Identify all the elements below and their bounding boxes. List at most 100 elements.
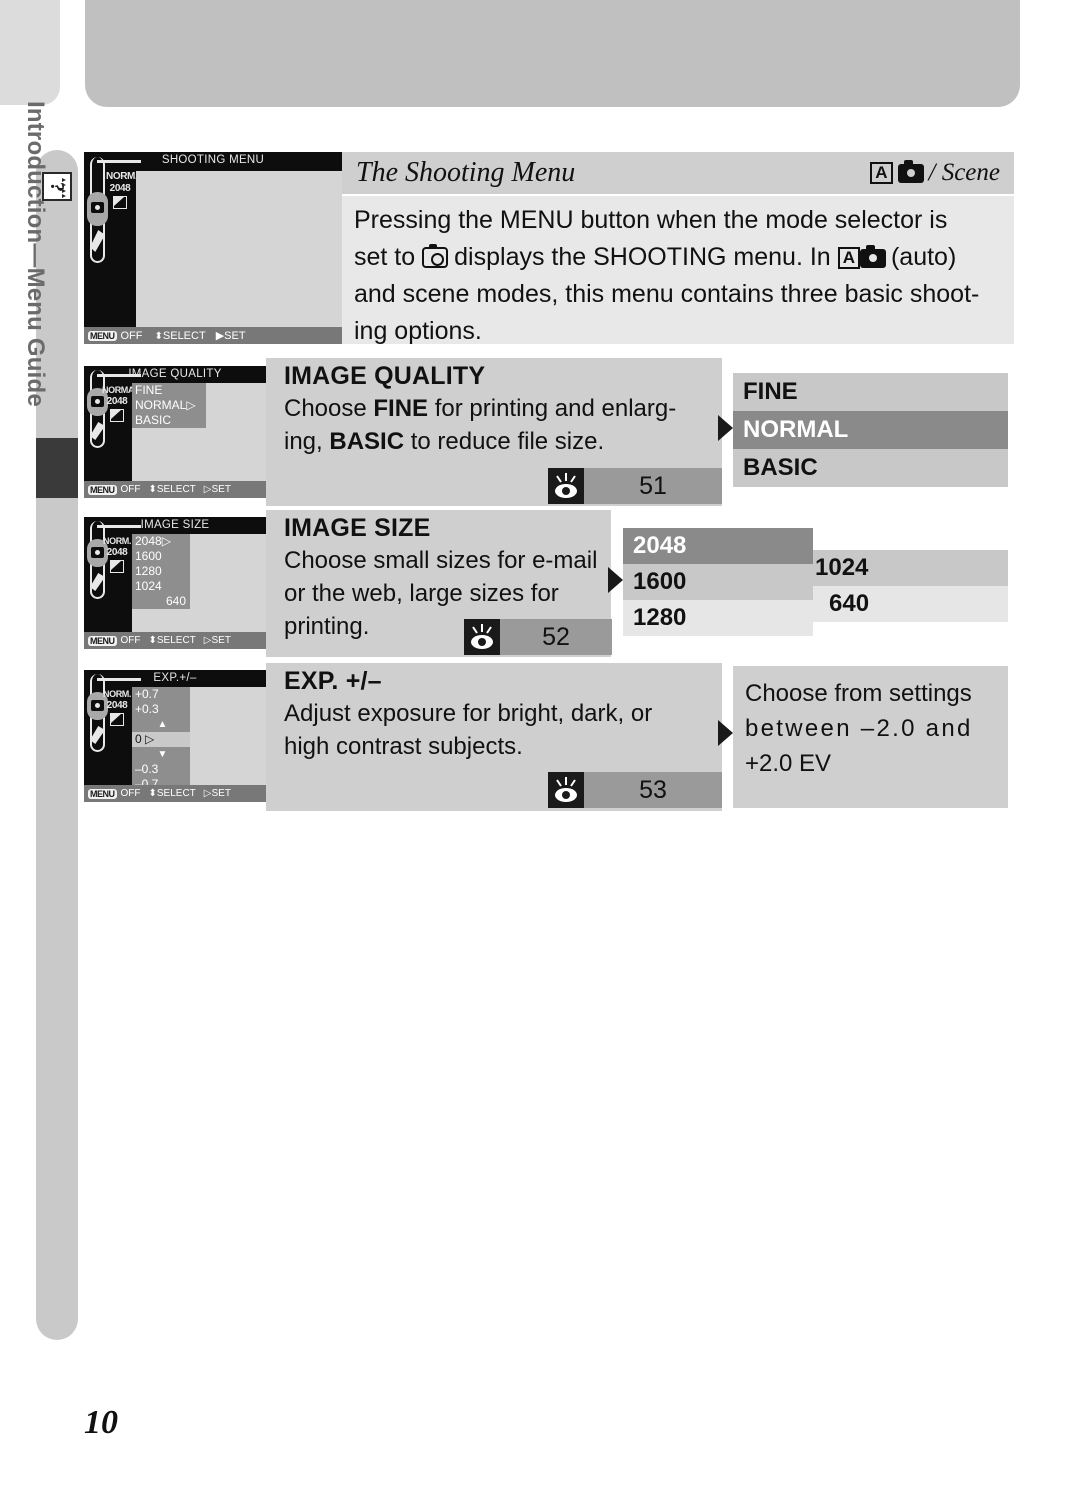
book-pages-dots — [62, 177, 68, 199]
lcd-option-1280[interactable]: 1280 — [132, 564, 190, 579]
lcd-option-list: +0.7 +0.3 ▲ 0 ▷ ▼ –0.3 –0.7 — [132, 687, 190, 792]
lcd-option-zero[interactable]: 0 ▷ — [132, 732, 190, 747]
lcd-footer-off: OFF — [120, 635, 141, 646]
lcd-option-fine[interactable]: FINE — [132, 383, 206, 398]
lcd-status-quality: NORM. — [103, 689, 131, 699]
callout-option-basic[interactable]: BASIC — [733, 449, 1008, 487]
lcd-option-1024[interactable]: 1024 — [132, 579, 190, 594]
lcd-footer-select: ⬍SELECT — [148, 484, 196, 495]
row-title: EXP. +/– — [284, 667, 382, 695]
camera-outline-icon — [422, 244, 449, 268]
camera-icon-inline — [859, 245, 886, 268]
callout-arrow-quality — [718, 415, 733, 441]
lcd-status-size: 2048 — [106, 547, 128, 558]
page-ref-quality[interactable]: 51 — [548, 468, 722, 504]
callout-exposure-line-1: Choose from settings — [745, 680, 972, 707]
lcd-image-size: IMAGE SIZE NORM. 2048 2048▷ 1600 1280 10… — [84, 517, 266, 649]
callout-image-quality: FINE NORMAL BASIC — [733, 373, 1008, 487]
lcd-option-plus07[interactable]: +0.7 — [132, 687, 190, 702]
lcd-menu-button: MENU — [88, 788, 117, 799]
callout-option-normal[interactable]: NORMAL — [733, 411, 1008, 449]
auto-a-icon-inline: A — [837, 247, 860, 269]
lcd-option-up-arrow[interactable]: ▲ — [132, 717, 190, 732]
lcd-status-ev-icon — [113, 196, 127, 209]
updown-arrow-icon: ⬍ — [154, 330, 163, 342]
lcd-status-quality: NORMAL — [102, 385, 140, 395]
lcd-option-plus03[interactable]: +0.3 — [132, 702, 190, 717]
lcd-footer-set: ▷SET — [203, 635, 231, 646]
row-title: IMAGE SIZE — [284, 514, 431, 542]
page-ref-size[interactable]: 52 — [464, 619, 612, 655]
lcd-option-basic[interactable]: BASIC — [132, 413, 206, 428]
lcd-option-640[interactable]: 640 — [132, 594, 190, 609]
eye-icon — [464, 619, 500, 655]
callout-option-1280[interactable]: 1280 — [623, 600, 813, 636]
callout-option-1600[interactable]: 1600 — [623, 564, 813, 600]
lcd-status-ev-icon — [110, 409, 124, 422]
intro-paragraph: Pressing the MENU button when the mode s… — [342, 196, 1014, 345]
callout-arrow-size — [608, 567, 623, 593]
lcd-status-column: NORMAL 2048 — [102, 384, 140, 422]
lcd-shooting-menu: SHOOTING MENU NORM. 2048 MENU OFF ⬍SELEC… — [84, 152, 342, 344]
lcd-footer: MENU OFF ⬍SELECT ▶SET — [84, 327, 342, 344]
section-header: The Shooting Menu A / Scene — [342, 152, 1014, 194]
auto-a-icon: A — [870, 162, 893, 184]
intro-line-3: and scene modes, this menu contains thre… — [354, 280, 980, 308]
lcd-menu-button: MENU — [88, 484, 117, 495]
updown-arrow-icon: ⬍ — [148, 788, 157, 799]
page-number: 10 — [84, 1404, 118, 1441]
page-ref-number: 52 — [500, 619, 612, 655]
lcd-status-size: 2048 — [109, 183, 131, 194]
callout-image-size-right: 1024 640 — [805, 550, 1008, 622]
lcd-status-column: NORM. 2048 — [102, 688, 132, 726]
lcd-status-size: 2048 — [106, 396, 128, 407]
callout-exposure-line-3: +2.0 EV — [745, 750, 832, 777]
mode-badge: A / Scene — [870, 159, 1000, 187]
lcd-footer-off: OFF — [120, 329, 143, 342]
callout-option-fine[interactable]: FINE — [733, 373, 1008, 411]
mode-badge-label: / Scene — [928, 159, 1000, 186]
intro-line-1: Pressing the MENU button when the mode s… — [354, 206, 948, 234]
callout-option-1024[interactable]: 1024 — [805, 550, 1008, 586]
lcd-option-2048[interactable]: 2048▷ — [132, 534, 190, 549]
callout-image-size-left: 2048 1600 1280 — [623, 528, 813, 636]
lcd-footer-select: ⬍SELECT — [148, 635, 196, 646]
row-description: Choose FINE for printing and enlarg- ing… — [284, 395, 677, 455]
callout-arrow-exposure — [718, 720, 733, 746]
dial-camera-icon — [91, 202, 104, 213]
lcd-status-ev-icon — [110, 713, 124, 726]
lcd-status-column: NORM. 2048 — [106, 171, 138, 209]
camera-icon — [897, 159, 924, 183]
page-ref-number: 53 — [584, 772, 722, 808]
lcd-menu-button: MENU — [88, 635, 117, 646]
intro-line-4: ing options. — [354, 317, 482, 345]
lcd-option-down-arrow[interactable]: ▼ — [132, 747, 190, 762]
intro-line-2c: (auto) — [890, 243, 957, 271]
callout-option-640[interactable]: 640 — [805, 586, 1008, 622]
callout-exposure: Choose from settings between –2.0 and +2… — [733, 666, 1008, 808]
page-ref-exposure[interactable]: 53 — [548, 772, 722, 808]
lcd-option-list: 2048▷ 1600 1280 1024 640 — [132, 534, 190, 609]
callout-exposure-line-2: between –2.0 and — [745, 715, 973, 742]
lcd-option-1600[interactable]: 1600 — [132, 549, 190, 564]
page-title: The Shooting Menu — [356, 157, 576, 188]
lcd-status-quality: NORM. — [103, 536, 131, 546]
updown-arrow-icon: ⬍ — [148, 635, 157, 646]
lcd-option-normal[interactable]: NORMAL▷ — [132, 398, 206, 413]
lcd-footer-select: ⬍SELECT — [154, 329, 206, 342]
lcd-footer-set: ▷SET — [203, 484, 231, 495]
lcd-status-size: 2048 — [106, 700, 128, 711]
intro-line-2a: set to — [354, 243, 416, 271]
row-title: IMAGE QUALITY — [284, 362, 486, 390]
callout-option-2048[interactable]: 2048 — [623, 528, 813, 564]
lcd-option-minus03[interactable]: –0.3 — [132, 762, 190, 777]
eye-icon — [548, 468, 584, 504]
lcd-image-quality: IMAGE QUALITY NORMAL 2048 FINE NORMAL▷ B… — [84, 366, 266, 498]
lcd-footer-off: OFF — [120, 788, 141, 799]
intro-line-2b: displays the SHOOTING menu. In — [454, 243, 831, 271]
lcd-footer-set: ▷SET — [203, 788, 231, 799]
lcd-exposure: EXP.+/– NORM. 2048 +0.7 +0.3 ▲ 0 ▷ ▼ –0.… — [84, 670, 266, 802]
top-band-left-accent — [0, 0, 60, 105]
row-description: Adjust exposure for bright, dark, or hig… — [284, 700, 653, 760]
lcd-status-quality: NORM. — [106, 171, 138, 182]
